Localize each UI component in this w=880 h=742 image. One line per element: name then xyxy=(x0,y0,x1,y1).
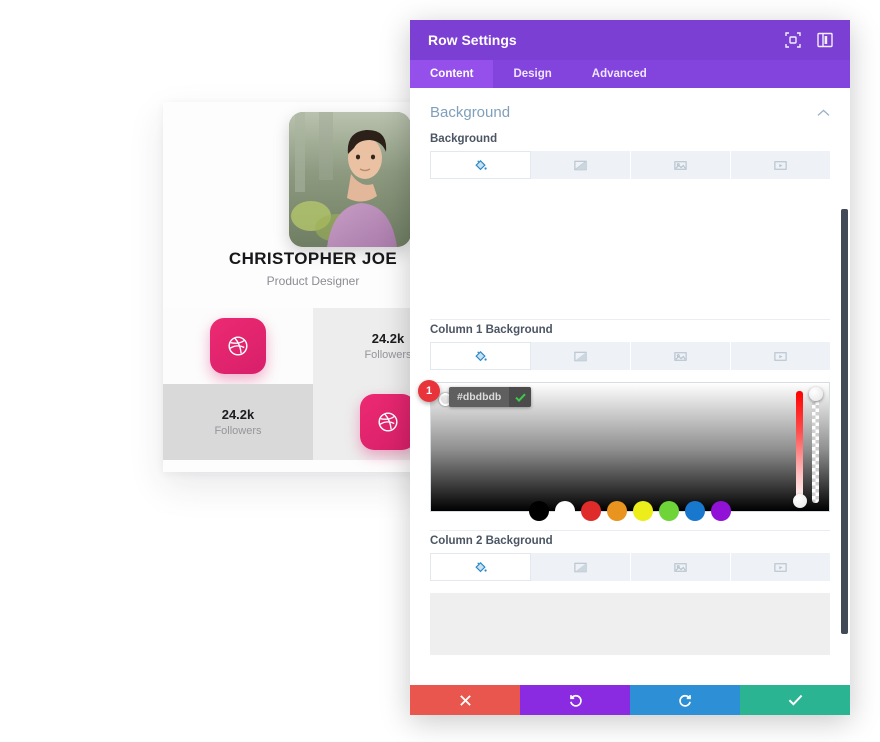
swatch-green[interactable] xyxy=(659,501,679,521)
color-sliders xyxy=(792,387,823,508)
gradient-tab[interactable] xyxy=(531,342,631,370)
dribbble-icon xyxy=(378,412,398,432)
tab-design[interactable]: Design xyxy=(493,60,571,88)
swatch-red[interactable] xyxy=(581,501,601,521)
row-settings-panel: Row Settings Content Design Advanced Bac… xyxy=(410,20,850,715)
column2-field-label: Column 2 Background xyxy=(430,535,553,547)
panel-tabs: Content Design Advanced xyxy=(410,60,850,88)
background-field-label: Background xyxy=(430,133,498,145)
stat-label: Followers xyxy=(214,425,262,437)
column2-color-preview[interactable] xyxy=(430,593,830,655)
stat-cell-followers-2: 24.2k Followers xyxy=(163,384,313,460)
tab-content[interactable]: Content xyxy=(410,60,494,88)
panel-body: Background Background Column 1 Backgroun… xyxy=(410,88,850,685)
gradient-tab[interactable] xyxy=(531,553,631,581)
hue-slider[interactable] xyxy=(792,391,807,508)
swatch-white[interactable] xyxy=(555,501,575,521)
page-preview: CHRISTOPHER JOE Product Designer 24.2k F… xyxy=(0,0,463,742)
color-tab[interactable] xyxy=(430,342,531,370)
image-tab[interactable] xyxy=(631,151,731,179)
layout-toggle-icon[interactable] xyxy=(816,31,834,49)
expand-icon[interactable] xyxy=(784,31,802,49)
video-tab[interactable] xyxy=(731,553,830,581)
dribbble-tile[interactable] xyxy=(360,394,416,450)
close-button[interactable] xyxy=(410,685,520,715)
video-tab[interactable] xyxy=(731,342,830,370)
column1-field-label: Column 1 Background xyxy=(430,324,553,336)
panel-title: Row Settings xyxy=(428,32,517,48)
swatch-black[interactable] xyxy=(529,501,549,521)
tab-advanced[interactable]: Advanced xyxy=(572,60,667,88)
stat-cell-dribbble-1[interactable] xyxy=(163,308,313,384)
stat-label: Followers xyxy=(364,349,412,361)
color-tab[interactable] xyxy=(430,151,531,179)
swatch-yellow[interactable] xyxy=(633,501,653,521)
stat-value: 24.2k xyxy=(371,331,405,346)
saturation-area[interactable]: #dbdbdb xyxy=(430,382,830,521)
dribbble-icon xyxy=(228,336,248,356)
panel-action-bar xyxy=(410,685,850,715)
column2-background-type-tabs xyxy=(430,553,830,581)
screen-root: CHRISTOPHER JOE Product Designer 24.2k F… xyxy=(0,0,880,742)
dribbble-tile[interactable] xyxy=(210,318,266,374)
section-title: Background xyxy=(430,104,511,121)
panel-header: Row Settings xyxy=(410,20,850,60)
stat-value: 24.2k xyxy=(221,407,255,422)
avatar xyxy=(289,112,411,247)
step-badge: 1 xyxy=(418,380,440,402)
swatch-orange[interactable] xyxy=(607,501,627,521)
background-type-tabs xyxy=(430,151,830,179)
hue-slider-handle[interactable] xyxy=(792,493,807,508)
person-photo-icon xyxy=(289,112,411,247)
color-tab[interactable] xyxy=(430,553,531,581)
hex-input-group: #dbdbdb xyxy=(449,387,532,407)
swatch-purple[interactable] xyxy=(711,501,731,521)
background-section-header[interactable]: Background xyxy=(410,88,850,129)
image-tab[interactable] xyxy=(631,553,731,581)
image-tab[interactable] xyxy=(631,342,731,370)
panel-scrollbar[interactable] xyxy=(841,209,848,634)
alpha-slider[interactable] xyxy=(808,387,823,503)
video-tab[interactable] xyxy=(731,151,830,179)
swatch-blue[interactable] xyxy=(685,501,705,521)
alpha-slider-handle[interactable] xyxy=(808,387,823,402)
color-swatches xyxy=(529,501,731,521)
gradient-tab[interactable] xyxy=(531,151,631,179)
hex-input[interactable]: #dbdbdb xyxy=(449,391,509,403)
chevron-up-icon[interactable] xyxy=(817,106,830,120)
color-picker: 1 #dbdbdb xyxy=(418,380,830,521)
redo-button[interactable] xyxy=(630,685,740,715)
background-options-area xyxy=(410,179,850,311)
save-button[interactable] xyxy=(740,685,850,715)
undo-button[interactable] xyxy=(520,685,630,715)
confirm-color-button[interactable] xyxy=(509,387,532,407)
column1-background-type-tabs xyxy=(430,342,830,370)
